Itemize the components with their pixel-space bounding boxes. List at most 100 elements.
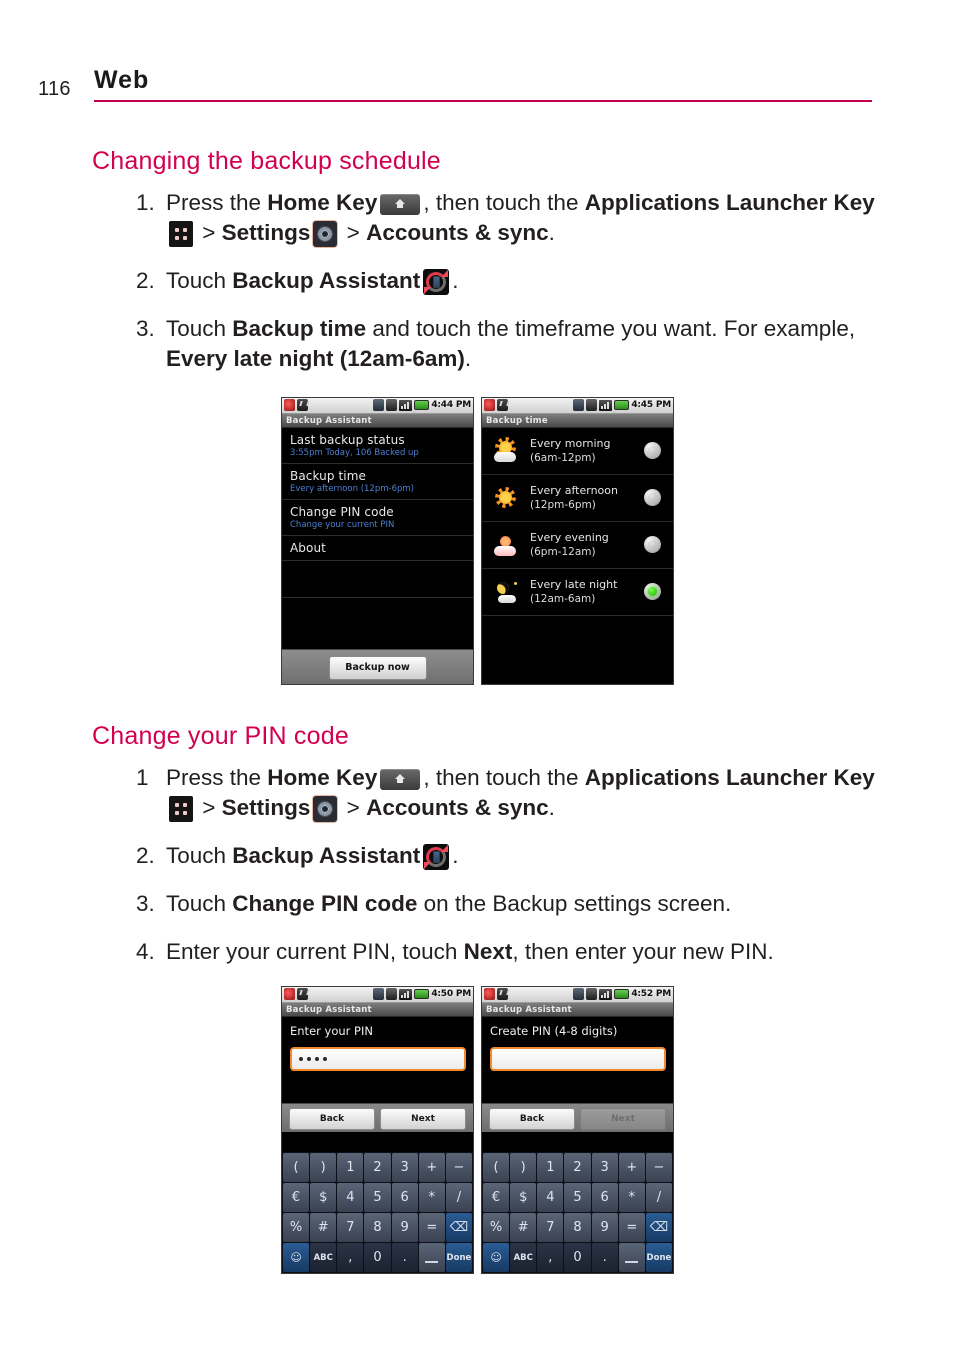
settings-row-last-backup-status[interactable]: Last backup status 3:55pm Today, 106 Bac… — [282, 428, 473, 464]
backup-now-button[interactable]: Backup now — [328, 656, 427, 680]
key-7[interactable]: 7 — [337, 1213, 364, 1242]
key-[interactable]: ( — [483, 1153, 510, 1182]
applications-launcher-key-icon — [169, 796, 193, 822]
option-title: Every afternoon — [530, 484, 618, 497]
key-[interactable]: $ — [510, 1183, 537, 1212]
key-[interactable]: , — [337, 1243, 364, 1272]
key-abc[interactable]: ABC — [510, 1243, 537, 1272]
key-[interactable]: , — [537, 1243, 564, 1272]
key-[interactable]: * — [418, 1183, 445, 1212]
key-[interactable]: − — [445, 1153, 472, 1182]
phone-screenshot-backup-time: 4:45 PM Backup time Every morning (6am-1… — [481, 397, 674, 685]
key-4[interactable]: 4 — [337, 1183, 364, 1212]
key-8[interactable]: 8 — [564, 1213, 591, 1242]
radio-button-selected[interactable] — [644, 583, 661, 600]
key-6[interactable]: 6 — [391, 1183, 418, 1212]
instruction-step: 3. Touch Backup time and touch the timefr… — [136, 314, 876, 374]
key-[interactable]: = — [418, 1213, 445, 1242]
key-[interactable]: % — [483, 1213, 510, 1242]
radio-button[interactable] — [644, 489, 661, 506]
key-backspace-icon[interactable]: ⌫ — [445, 1213, 472, 1242]
vz-navigator-icon — [497, 399, 508, 411]
key-[interactable]: % — [283, 1213, 310, 1242]
key-[interactable]: ) — [310, 1153, 337, 1182]
key-5[interactable]: 5 — [364, 1183, 391, 1212]
key-1[interactable]: 1 — [337, 1153, 364, 1182]
key-9[interactable]: 9 — [591, 1213, 618, 1242]
key-[interactable]: € — [483, 1183, 510, 1212]
key-done[interactable]: Done — [645, 1243, 672, 1272]
key-7[interactable]: 7 — [537, 1213, 564, 1242]
pin-input[interactable] — [290, 1047, 466, 1071]
home-key-icon — [380, 769, 421, 790]
option-row-every-morning[interactable]: Every morning (6am-12pm) — [482, 428, 673, 475]
key-[interactable]: = — [618, 1213, 645, 1242]
radio-button[interactable] — [644, 536, 661, 553]
emphasis-text: Applications Launcher Key — [584, 765, 875, 790]
pin-input[interactable] — [490, 1047, 666, 1071]
key-[interactable]: − — [645, 1153, 672, 1182]
radio-button[interactable] — [644, 442, 661, 459]
sun-behind-cloud-icon — [494, 440, 518, 462]
back-button[interactable]: Back — [489, 1108, 575, 1130]
pin-masked-value — [299, 1057, 327, 1061]
status-bar: 4:50 PM — [282, 987, 473, 1003]
key-[interactable]: . — [591, 1243, 618, 1272]
key-im-emoji-icon[interactable]: ☺ — [483, 1243, 510, 1272]
key-[interactable]: + — [418, 1153, 445, 1182]
vz-navigator-icon — [497, 988, 508, 1000]
key-space[interactable] — [618, 1243, 645, 1272]
key-[interactable]: € — [283, 1183, 310, 1212]
moon-cloud-icon — [494, 580, 518, 603]
option-label: Every morning (6am-12pm) — [530, 437, 611, 465]
status-bar-right-icons: 4:45 PM — [573, 399, 671, 411]
next-button[interactable]: Next — [380, 1108, 466, 1130]
key-1[interactable]: 1 — [537, 1153, 564, 1182]
key-space[interactable] — [418, 1243, 445, 1272]
key-4[interactable]: 4 — [537, 1183, 564, 1212]
key-[interactable]: + — [618, 1153, 645, 1182]
key-abc[interactable]: ABC — [310, 1243, 337, 1272]
option-row-every-afternoon[interactable]: Every afternoon (12pm-6pm) — [482, 475, 673, 522]
step-text: Press the Home Key, then touch the Appli… — [166, 765, 875, 822]
key-done[interactable]: Done — [445, 1243, 472, 1272]
backup-assistant-icon — [423, 269, 450, 295]
settings-row-backup-time[interactable]: Backup time Every afternoon (12pm-6pm) — [282, 464, 473, 500]
key-[interactable]: / — [445, 1183, 472, 1212]
empty-row — [282, 561, 473, 598]
key-2[interactable]: 2 — [564, 1153, 591, 1182]
numeric-keypad[interactable]: () 1 2 3 + − € $4 5 6 * /% #7 8 9 = ⌫ ☺ ABC, 0. Done — [282, 1152, 473, 1273]
key-3[interactable]: 3 — [591, 1153, 618, 1182]
signal-bars-icon — [599, 399, 613, 411]
key-9[interactable]: 9 — [391, 1213, 418, 1242]
step-text: Touch Backup Assistant. — [166, 268, 459, 295]
settings-row-about[interactable]: About — [282, 536, 473, 561]
key-6[interactable]: 6 — [591, 1183, 618, 1212]
key-3[interactable]: 3 — [391, 1153, 418, 1182]
option-row-every-evening[interactable]: Every evening (6pm-12am) — [482, 522, 673, 569]
usb-icon — [373, 988, 385, 1000]
key-[interactable]: # — [510, 1213, 537, 1242]
key-[interactable]: # — [310, 1213, 337, 1242]
numeric-keypad[interactable]: () 1 2 3 + − € $4 5 6 * /% #7 8 9 = ⌫ ☺ ABC, 0. Done — [482, 1152, 673, 1273]
settings-row-change-pin-code[interactable]: Change PIN code Change your current PIN — [282, 500, 473, 536]
option-row-every-late-night[interactable]: Every late night (12am-6am) — [482, 569, 673, 616]
option-range: (12am-6am) — [530, 593, 596, 605]
key-[interactable]: ( — [283, 1153, 310, 1182]
back-button[interactable]: Back — [289, 1108, 375, 1130]
key-backspace-icon[interactable]: ⌫ — [645, 1213, 672, 1242]
screen-title: Backup time — [482, 414, 673, 428]
key-8[interactable]: 8 — [364, 1213, 391, 1242]
key-[interactable]: / — [645, 1183, 672, 1212]
key-[interactable]: . — [391, 1243, 418, 1272]
signal-bars-icon — [399, 399, 413, 411]
key-2[interactable]: 2 — [364, 1153, 391, 1182]
key-[interactable]: $ — [310, 1183, 337, 1212]
key-[interactable]: ) — [510, 1153, 537, 1182]
usb-icon — [373, 399, 385, 411]
key-0[interactable]: 0 — [364, 1243, 391, 1272]
key-0[interactable]: 0 — [564, 1243, 591, 1272]
key-[interactable]: * — [618, 1183, 645, 1212]
key-im-emoji-icon[interactable]: ☺ — [283, 1243, 310, 1272]
key-5[interactable]: 5 — [564, 1183, 591, 1212]
